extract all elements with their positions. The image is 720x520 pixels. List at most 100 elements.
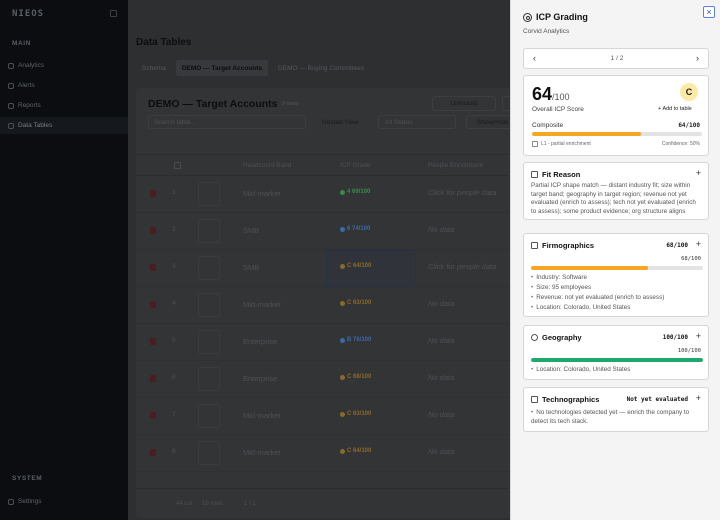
people-enrichment-cell[interactable]: No data: [428, 225, 454, 234]
sidebar: NIEOS MAIN Analytics Alerts Reports Data…: [0, 0, 128, 520]
more-button[interactable]: [502, 96, 510, 111]
people-enrichment-cell[interactable]: No data: [428, 373, 454, 382]
tab-target-accounts[interactable]: DEMO — Target Accounts: [175, 60, 269, 76]
col-count: 44 col: [176, 501, 193, 507]
expand-row-button[interactable]: [198, 367, 220, 391]
add-geography-button[interactable]: +: [696, 331, 701, 341]
status-dot: [340, 374, 345, 380]
add-to-table-button[interactable]: + Add to table: [658, 106, 692, 112]
enrichment-level: L1 - partial enrichment: [532, 141, 591, 147]
status-select[interactable]: All Status: [378, 115, 456, 129]
geography-section: Geography 100/100 + 100/100 Location: Co…: [523, 325, 709, 380]
status-dot: [340, 189, 345, 195]
table-title: DEMO — Target Accounts: [148, 98, 278, 110]
col-headcount-band[interactable]: Headcount Band: [243, 162, 291, 169]
trash-icon[interactable]: [150, 375, 156, 382]
table-row[interactable]: 7 Mid-market C 63/100 No data: [136, 398, 510, 435]
list-item: Size: 95 employees: [531, 283, 701, 293]
expand-row-button[interactable]: [198, 441, 220, 465]
people-enrichment-cell[interactable]: Click for people data: [428, 188, 496, 197]
expand-row-button[interactable]: [198, 256, 220, 280]
sidebar-item-reports[interactable]: Reports: [0, 97, 128, 114]
page-title: Data Tables: [136, 37, 192, 48]
list-item: Location: Colorado, United States: [531, 303, 701, 313]
table-row[interactable]: 2 SMB 6 74/100 No data: [136, 213, 510, 250]
chip-icon: [531, 396, 538, 403]
add-fit-reason-button[interactable]: +: [696, 168, 701, 178]
layers-icon: [532, 141, 538, 147]
col-people-enrichment[interactable]: People Enrichment: [428, 162, 483, 169]
trash-icon[interactable]: [150, 449, 156, 456]
list-item: Location: Colorado, United States: [531, 365, 701, 375]
overall-score: 64/100: [532, 84, 570, 104]
table-row[interactable]: 3 SMB C 64/100 Click for people data: [136, 250, 510, 287]
nested-view-button[interactable]: Nested View: [316, 115, 372, 129]
add-firmographics-button[interactable]: +: [696, 239, 701, 249]
icp-grade-cell[interactable]: C 64/100: [340, 263, 371, 269]
icp-grade-cell[interactable]: B 76/100: [340, 337, 371, 343]
geography-sub-value: 100/100: [677, 348, 701, 354]
table-row[interactable]: 6 Enterprise C 68/100 No data: [136, 361, 510, 398]
table-row[interactable]: 5 Enterprise B 76/100 No data: [136, 324, 510, 361]
trash-icon[interactable]: [150, 301, 156, 308]
geography-title: Geography: [542, 333, 582, 342]
status-dot: [340, 226, 345, 232]
building-icon: [531, 242, 538, 249]
row-number: 2: [172, 226, 176, 233]
trash-icon[interactable]: [150, 227, 156, 234]
sidebar-item-analytics[interactable]: Analytics: [0, 57, 128, 74]
tab-buying-committees[interactable]: DEMO — Buying Committees: [272, 60, 370, 76]
table-row[interactable]: 4 Mid-market C 63/100 No data: [136, 287, 510, 324]
footer-page: 1 / 1: [244, 501, 256, 507]
expand-row-button[interactable]: [198, 330, 220, 354]
row-number: 8: [172, 448, 176, 455]
headcount-band-cell: Enterprise: [243, 337, 278, 346]
expand-row-button[interactable]: [198, 404, 220, 428]
close-panel-button[interactable]: ×: [703, 6, 715, 18]
icp-grade-cell[interactable]: C 63/100: [340, 300, 371, 306]
headcount-band-cell: Enterprise: [243, 374, 278, 383]
expand-row-button[interactable]: [198, 293, 220, 317]
trash-icon[interactable]: [150, 412, 156, 419]
icp-grade-cell[interactable]: C 63/100: [340, 411, 371, 417]
icp-grade-cell[interactable]: C 64/100: [340, 448, 371, 454]
unlocked-button[interactable]: Unlocked: [432, 96, 496, 111]
table-row[interactable]: 8 Mid-market C 64/100 No data: [136, 435, 510, 472]
trash-icon[interactable]: [150, 264, 156, 271]
col-icp-grade[interactable]: ICP Grade: [340, 162, 371, 169]
pager-position: 1 / 2: [610, 55, 624, 62]
firmographics-list: Industry: Software Size: 95 employees Re…: [531, 273, 701, 313]
chart-icon: [8, 62, 14, 69]
icp-grade-cell[interactable]: C 68/100: [340, 374, 371, 380]
people-enrichment-cell[interactable]: No data: [428, 447, 454, 456]
people-enrichment-cell[interactable]: No data: [428, 336, 454, 345]
select-all-checkbox[interactable]: [174, 162, 181, 169]
expand-row-button[interactable]: [198, 219, 220, 243]
trash-icon[interactable]: [150, 338, 156, 345]
table-header: Headcount Band ICP Grade People Enrichme…: [136, 154, 510, 176]
sidebar-item-data-tables[interactable]: Data Tables: [0, 117, 128, 134]
collapse-sidebar-icon[interactable]: [110, 10, 117, 17]
status-dot: [340, 300, 345, 306]
expand-row-button[interactable]: [198, 182, 220, 206]
firmographics-title: Firmographics: [542, 241, 595, 250]
chevron-right-icon[interactable]: ›: [696, 53, 699, 63]
icp-grade-cell[interactable]: 4 69/100: [340, 189, 370, 195]
people-enrichment-cell[interactable]: Click for people data: [428, 262, 496, 271]
sidebar-item-alerts[interactable]: Alerts: [0, 77, 128, 94]
headcount-band-cell: Mid-market: [243, 300, 281, 309]
tab-schema[interactable]: Schema: [136, 60, 172, 76]
people-enrichment-cell[interactable]: No data: [428, 410, 454, 419]
icp-grade-cell[interactable]: 6 74/100: [340, 226, 370, 232]
table-row[interactable]: 1 Mid-market 4 69/100 Click for people data: [136, 176, 510, 213]
add-technographics-button[interactable]: +: [696, 393, 701, 403]
fit-reason-title: Fit Reason: [542, 170, 581, 179]
table-search-input[interactable]: Search table...: [148, 115, 306, 129]
show-hide-button[interactable]: Show/Hide: [466, 115, 510, 129]
sidebar-item-settings[interactable]: Settings: [0, 493, 128, 510]
record-pager: ‹ 1 / 2 ›: [523, 48, 709, 69]
main-section-label: MAIN: [12, 40, 32, 47]
people-enrichment-cell[interactable]: No data: [428, 299, 454, 308]
footer-row-count: 10 rows: [202, 501, 224, 507]
trash-icon[interactable]: [150, 190, 156, 197]
